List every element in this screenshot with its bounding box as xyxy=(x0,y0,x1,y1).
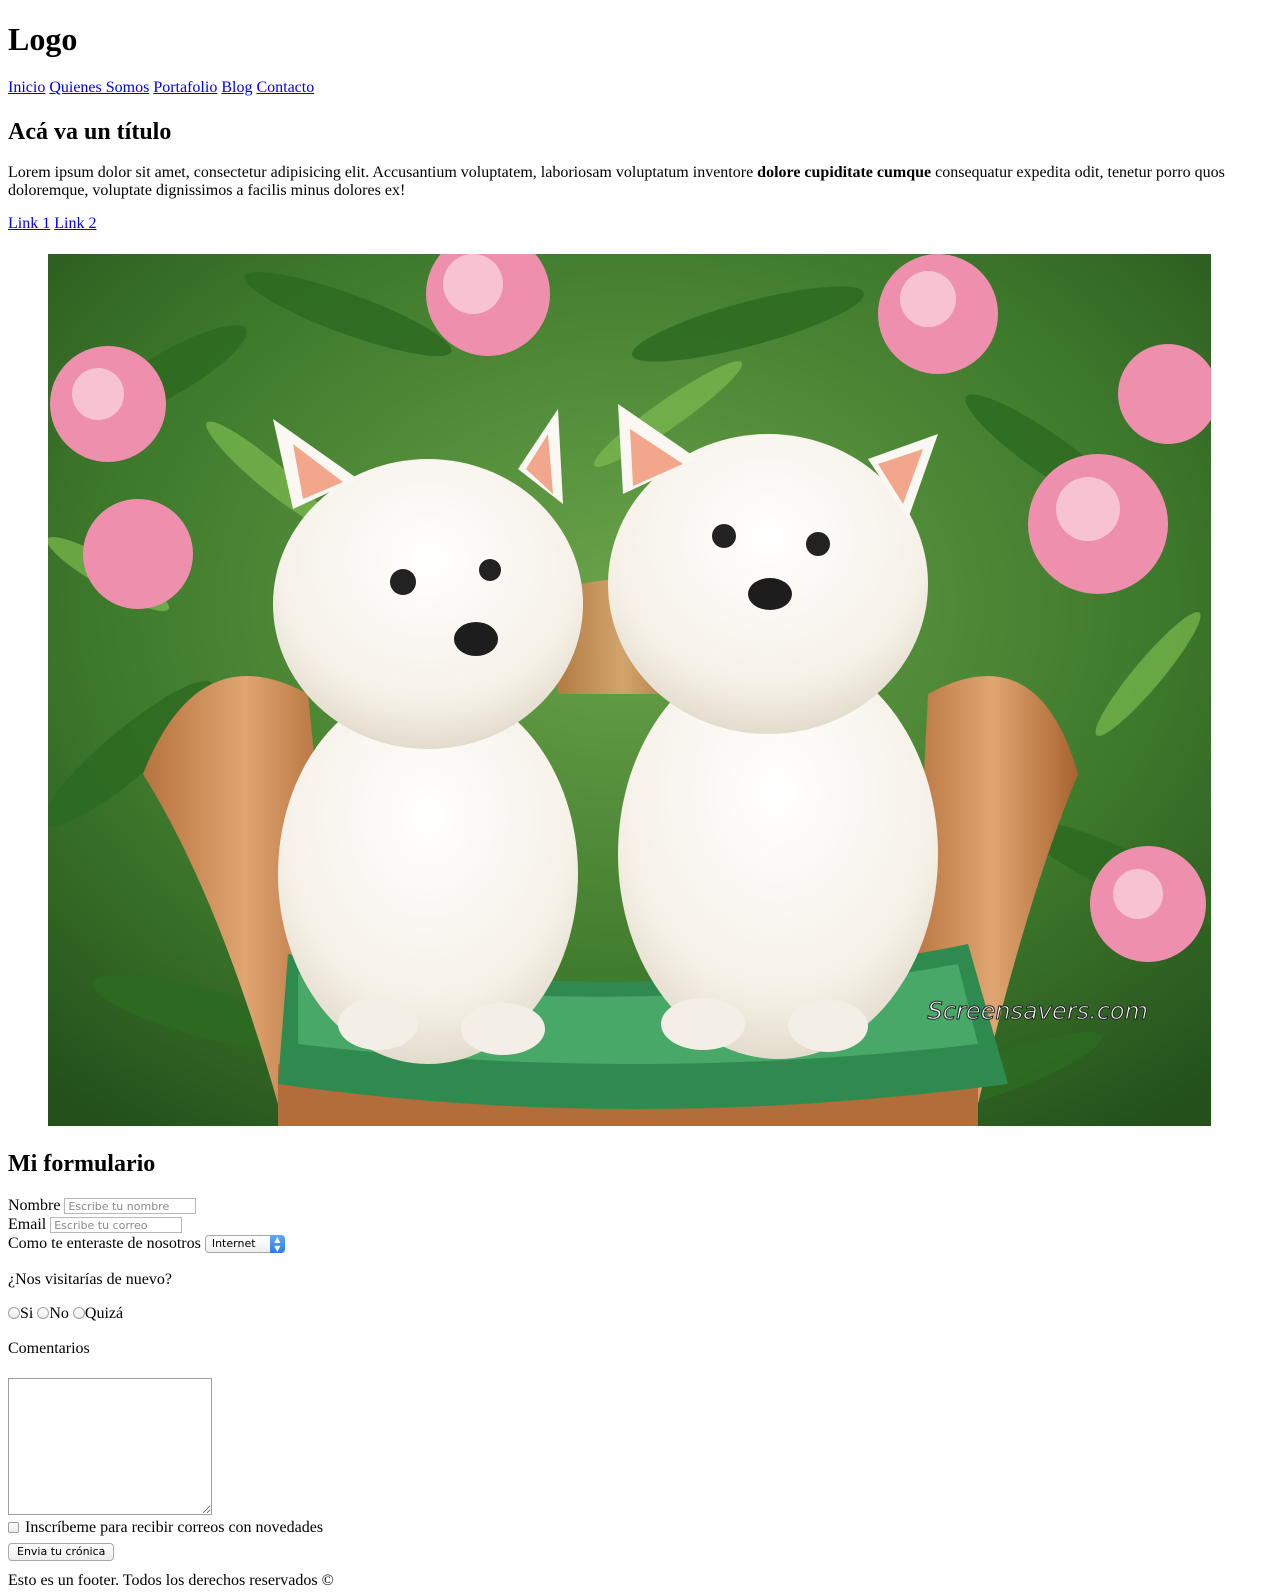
article-links: Link 1 Link 2 xyxy=(8,214,96,234)
source-label: Como te enteraste de nosotros xyxy=(8,1235,201,1252)
site-footer: Esto es un footer. Todos los derechos re… xyxy=(8,1572,334,1589)
name-label: Nombre xyxy=(8,1197,61,1214)
name-row: Nombre xyxy=(8,1196,197,1216)
right-puppy xyxy=(608,404,938,1059)
source-select-value: Internet xyxy=(211,1237,256,1251)
newsletter-row: Inscríbeme para recibir correos con nove… xyxy=(8,1518,323,1538)
select-arrows-icon: ▲ ▼ xyxy=(269,1235,285,1254)
paragraph-text-start: Lorem ipsum dolor sit amet, consectetur … xyxy=(8,164,758,181)
comments-label: Comentarios xyxy=(8,1340,90,1357)
puppies-image: Screensavers.com xyxy=(48,254,1211,1126)
comments-textarea[interactable] xyxy=(8,1378,212,1515)
newsletter-label: Inscríbeme para recibir correos con nove… xyxy=(25,1519,324,1536)
puppies-illustration: Screensavers.com xyxy=(48,254,1211,1126)
source-row: Como te enteraste de nosotros Internet ▲… xyxy=(8,1234,285,1254)
article-title: Acá va un título xyxy=(8,119,172,145)
radio-si-label: Si xyxy=(20,1305,34,1322)
main-nav: Inicio Quienes Somos Portafolio Blog Con… xyxy=(8,78,314,98)
submit-button[interactable]: Envia tu crónica xyxy=(8,1543,115,1561)
radio-quiza-label: Quizá xyxy=(84,1305,124,1322)
email-label: Email xyxy=(8,1216,47,1233)
email-row: Email xyxy=(8,1215,183,1235)
nav-link-quienes-somos[interactable]: Quienes Somos xyxy=(49,79,149,96)
radio-no-label: No xyxy=(49,1305,69,1322)
link-2[interactable]: Link 2 xyxy=(54,215,96,232)
newsletter-checkbox[interactable] xyxy=(8,1522,19,1533)
radio-no[interactable] xyxy=(37,1307,50,1319)
source-select[interactable]: Internet ▲ ▼ xyxy=(204,1235,285,1254)
visit-options: Si No Quizá xyxy=(8,1304,123,1324)
nav-link-contacto[interactable]: Contacto xyxy=(256,79,314,96)
article-paragraph: Lorem ipsum dolor sit amet, consectetur … xyxy=(8,164,1258,200)
nav-link-portafolio[interactable]: Portafolio xyxy=(153,79,217,96)
name-input[interactable] xyxy=(64,1198,197,1215)
visit-question: ¿Nos visitarías de nuevo? xyxy=(8,1271,172,1288)
radio-si[interactable] xyxy=(8,1307,20,1319)
email-input[interactable] xyxy=(50,1217,183,1234)
link-1[interactable]: Link 1 xyxy=(8,215,50,232)
nav-link-inicio[interactable]: Inicio xyxy=(8,79,45,96)
image-watermark: Screensavers.com xyxy=(928,997,1148,1025)
nav-link-blog[interactable]: Blog xyxy=(221,79,252,96)
form-title: Mi formulario xyxy=(8,1151,156,1177)
site-logo: Logo xyxy=(8,21,78,57)
paragraph-bold-text: dolore cupiditate cumque xyxy=(757,164,932,181)
radio-quiza[interactable] xyxy=(72,1307,85,1319)
